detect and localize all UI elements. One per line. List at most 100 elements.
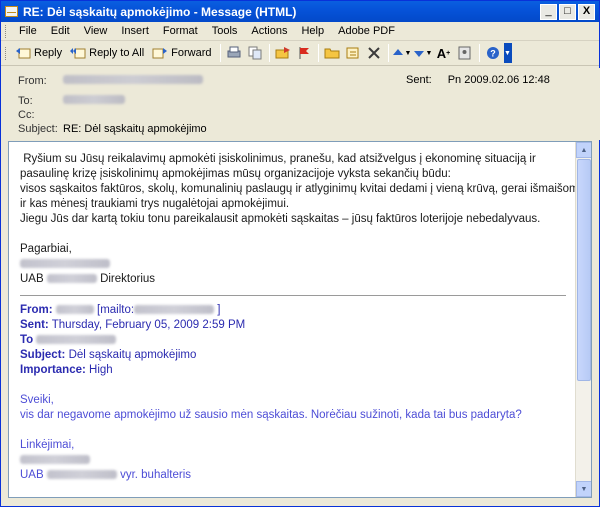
quoted-to-value-redacted xyxy=(36,335,117,345)
quoted-sent-label: Sent: xyxy=(20,319,49,331)
reply-icon xyxy=(15,46,31,61)
folder-icon[interactable] xyxy=(322,43,342,63)
quoted-signer-company: UAB vyr. buhalteris xyxy=(20,468,564,483)
quoted-sent-value: Thursday, February 05, 2009 2:59 PM xyxy=(51,319,246,331)
quoted-subject-value: Dėl sąskaitų apmokėjimo xyxy=(68,349,197,361)
reply-all-button[interactable]: Reply to All xyxy=(67,43,147,63)
body-line: visos sąskaitos faktūros, skolų, komunal… xyxy=(20,183,582,195)
to-value-redacted[interactable] xyxy=(63,95,125,104)
delete-icon[interactable] xyxy=(364,43,384,63)
header-to: To: xyxy=(18,95,125,107)
reply-all-label: Reply to All xyxy=(89,47,145,59)
quoted-subject-label: Subject: xyxy=(20,349,66,361)
body-line: Ryšium su Jūsų reikalavimų apmokėti įsis… xyxy=(20,153,536,165)
header-cc: Cc: xyxy=(18,109,63,121)
toolbar-separator xyxy=(317,44,319,62)
header-from: From: xyxy=(18,75,203,87)
quoted-subject-line: Subject: Dėl sąskaitų apmokėjimo xyxy=(20,348,564,363)
scroll-up-icon[interactable]: ▲ xyxy=(576,142,591,158)
forward-button[interactable]: Forward xyxy=(149,43,214,63)
menu-tools[interactable]: Tools xyxy=(205,25,245,37)
company-prefix: UAB xyxy=(20,273,44,285)
message-window: RE: Dėl sąskaitų apmokėjimo - Message (H… xyxy=(0,0,600,507)
menu-grip-icon[interactable] xyxy=(5,24,8,38)
font-size-icon[interactable]: A + xyxy=(434,43,454,63)
help-icon[interactable]: ? xyxy=(483,43,503,63)
regards-line: Pagarbiai, xyxy=(20,243,72,255)
menu-adobe-pdf[interactable]: Adobe PDF xyxy=(331,25,402,37)
close-button[interactable]: X xyxy=(578,3,595,20)
categorize-icon[interactable] xyxy=(343,43,363,63)
follow-up-flag-icon[interactable] xyxy=(294,43,314,63)
menu-edit[interactable]: Edit xyxy=(44,25,77,37)
chevron-down-icon[interactable]: ▼ xyxy=(426,50,433,57)
quote-separator xyxy=(20,295,566,296)
previous-item-icon[interactable]: ▼ xyxy=(392,43,412,63)
quoted-email-link-redacted[interactable] xyxy=(134,305,215,315)
menu-view[interactable]: View xyxy=(77,25,115,37)
quoted-importance-line: Importance: High xyxy=(20,363,564,378)
menu-format[interactable]: Format xyxy=(156,25,205,37)
toolbar: Reply Reply to All Forward ▼ ▼ A + ? ▼ xyxy=(1,41,599,66)
quoted-closing: Linkėjimai, xyxy=(20,439,75,451)
toolbar-grip-icon[interactable] xyxy=(5,46,8,60)
quoted-from-name-redacted xyxy=(55,305,94,315)
cc-label: Cc: xyxy=(18,109,35,121)
quoted-header: From: [mailto: ] Sent: Thursday, Februar… xyxy=(20,303,564,378)
minimize-button[interactable]: _ xyxy=(540,3,557,20)
toolbar-separator xyxy=(268,44,270,62)
sent-label: Sent: xyxy=(406,74,432,86)
title-bar[interactable]: RE: Dėl sąskaitų apmokėjimo - Message (H… xyxy=(1,1,599,22)
quoted-signer-position: vyr. buhalteris xyxy=(120,469,192,481)
signer-company: UAB Direktorius xyxy=(20,272,564,287)
maximize-button[interactable]: □ xyxy=(559,3,576,20)
signer-name-redacted xyxy=(20,257,564,272)
message-headers: From: To: Cc: Subject: RE: Dėl sąskaitų … xyxy=(1,68,600,140)
menu-insert[interactable]: Insert xyxy=(114,25,156,37)
copy-icon[interactable] xyxy=(245,43,265,63)
quoted-company-name-redacted xyxy=(46,470,117,480)
forward-icon xyxy=(152,46,168,61)
body-line: ir kas mėnesį traukiami trys nugalėtojai… xyxy=(20,198,290,210)
next-item-icon[interactable]: ▼ xyxy=(413,43,433,63)
quoted-company-prefix: UAB xyxy=(20,469,44,481)
quoted-mailto-close: ] xyxy=(217,304,221,316)
subject-label: Subject: xyxy=(18,123,58,135)
message-body-frame[interactable]: Ryšium su Jūsų reikalavimų apmokėti įsis… xyxy=(8,141,592,498)
toolbar-options-icon[interactable]: ▼ xyxy=(503,43,512,63)
quoted-importance-label: Importance: xyxy=(20,364,86,376)
quoted-importance-value: High xyxy=(89,364,113,376)
scroll-down-icon[interactable]: ▼ xyxy=(576,481,591,497)
menu-actions[interactable]: Actions xyxy=(244,25,294,37)
header-subject: Subject: RE: Dėl sąskaitų apmokėjimo xyxy=(18,123,207,135)
toolbar-separator xyxy=(387,44,389,62)
svg-text:?: ? xyxy=(490,49,496,59)
company-name-redacted xyxy=(46,274,97,284)
message-body[interactable]: Ryšium su Jūsų reikalavimų apmokėti įsis… xyxy=(9,142,582,497)
chevron-down-icon[interactable]: ▼ xyxy=(405,50,412,57)
reply-all-icon xyxy=(70,46,86,61)
quoted-mailto-open: [mailto: xyxy=(97,304,135,316)
window-title: RE: Dėl sąskaitų apmokėjimo - Message (H… xyxy=(23,4,297,19)
sent-value: Pn 2009.02.06 12:48 xyxy=(447,74,550,86)
menu-help[interactable]: Help xyxy=(294,25,331,37)
body-line: Jiegu Jūs dar kartą tokiu tonu pareikala… xyxy=(20,213,541,225)
print-icon[interactable] xyxy=(224,43,244,63)
scrollbar-thumb[interactable] xyxy=(577,159,591,381)
toolbar-separator xyxy=(219,44,221,62)
quoted-greeting: Sveiki, xyxy=(20,394,54,406)
move-to-folder-icon[interactable] xyxy=(273,43,293,63)
forward-label: Forward xyxy=(171,47,212,59)
header-sent: Sent: Pn 2009.02.06 12:48 xyxy=(406,74,550,86)
address-book-icon[interactable] xyxy=(455,43,475,63)
vertical-scrollbar[interactable]: ▲ ▼ xyxy=(575,142,591,497)
envelope-icon xyxy=(5,6,18,17)
subject-value: RE: Dėl sąskaitų apmokėjimo xyxy=(63,123,207,135)
from-value-redacted[interactable] xyxy=(63,75,203,84)
quoted-to-label: To xyxy=(20,334,34,346)
reply-button[interactable]: Reply xyxy=(12,43,65,63)
menu-file[interactable]: File xyxy=(12,25,44,37)
to-label: To: xyxy=(18,95,33,107)
